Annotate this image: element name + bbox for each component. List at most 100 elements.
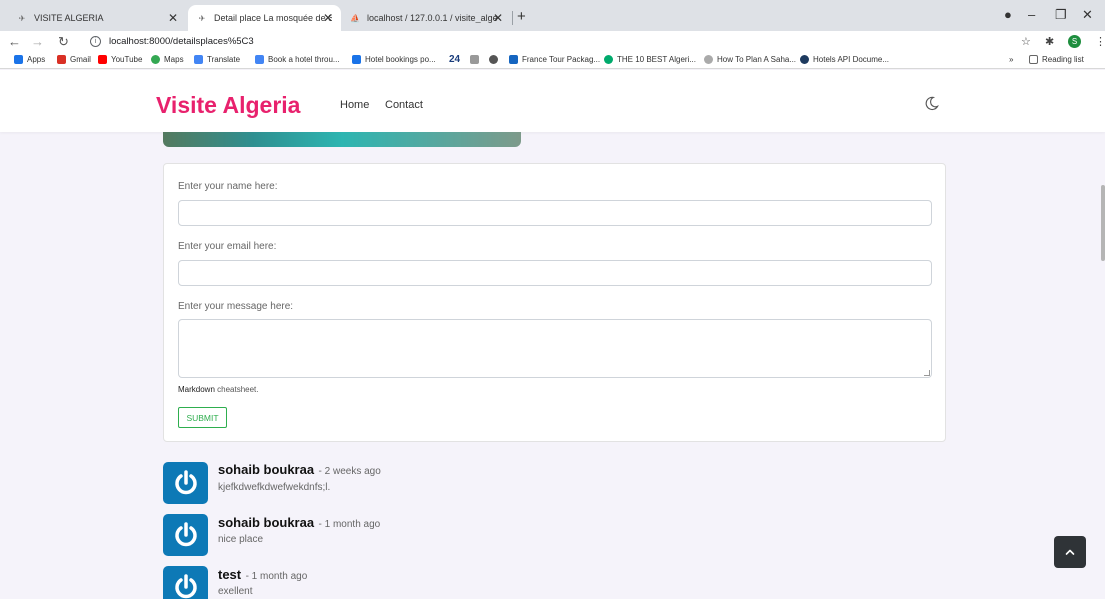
back-to-top-button[interactable] [1054, 536, 1086, 568]
hotel-bookings-icon [352, 55, 361, 64]
bookmark-24[interactable]: 24 [449, 54, 460, 65]
site-brand[interactable]: Visite Algeria [156, 92, 300, 119]
tab-divider [512, 11, 513, 25]
url-text: localhost:8000/detailsplaces%5C3 [109, 36, 254, 47]
resize-handle-icon[interactable] [924, 370, 930, 376]
window-close-icon[interactable]: ✕ [1082, 7, 1093, 23]
submit-button[interactable]: SUBMIT [178, 407, 227, 428]
comment-author: test [218, 567, 242, 582]
message-textarea[interactable] [178, 319, 932, 378]
comment-time: - 1 month ago [245, 571, 308, 582]
reading-list-button[interactable]: Reading list [1029, 55, 1084, 64]
comment-author: sohaib boukraa [218, 462, 315, 477]
new-tab-icon[interactable]: + [517, 8, 526, 25]
restore-icon[interactable]: ❐ [1055, 7, 1067, 23]
reading-list-icon [1029, 55, 1038, 64]
bookmark-globe[interactable] [489, 55, 502, 64]
avatar [163, 514, 208, 556]
profile-menu-icon[interactable]: ● [1004, 7, 1012, 22]
bookmark-tripadvisor[interactable]: THE 10 BEST Algeri... [604, 55, 696, 64]
gmail-icon [57, 55, 66, 64]
markdown-cheatsheet-link[interactable]: cheatsheet. [217, 385, 258, 394]
bookmark-sahara[interactable]: How To Plan A Saha... [704, 55, 796, 64]
bookmark-folder[interactable] [470, 55, 483, 64]
close-icon[interactable]: ✕ [323, 11, 333, 25]
translate-icon [194, 55, 203, 64]
tab-title: Detail place La mosquée de Sidi [214, 13, 332, 23]
bookmark-translate[interactable]: Translate [194, 55, 240, 64]
browser-tab[interactable]: ✈ VISITE ALGERIA ✕ [8, 5, 186, 31]
nav-contact[interactable]: Contact [385, 99, 423, 111]
close-icon[interactable]: ✕ [493, 11, 503, 25]
email-label: Enter your email here: [178, 241, 277, 252]
tab-title: VISITE ALGERIA [34, 13, 104, 23]
place-image [163, 132, 521, 147]
name-input[interactable] [178, 200, 932, 226]
comment-header: sohaib boukraa - 2 weeks ago [218, 461, 381, 479]
extensions-icon[interactable]: ✱ [1045, 35, 1054, 48]
browser-tab-active[interactable]: ✈ Detail place La mosquée de Sidi ✕ [188, 5, 341, 31]
bookmark-gmail[interactable]: Gmail [57, 55, 91, 64]
bookmark-hotel-bookings[interactable]: Hotel bookings po... [352, 55, 436, 64]
avatar [163, 462, 208, 504]
site-info-icon[interactable]: i [90, 36, 101, 47]
bookmark-youtube[interactable]: YouTube [98, 55, 142, 64]
chevron-up-icon [1065, 549, 1075, 555]
comment-text: nice place [218, 534, 264, 545]
nav-home[interactable]: Home [340, 99, 369, 111]
apps-grid-icon [14, 55, 23, 64]
tc-icon [509, 55, 518, 64]
comment-time: - 2 weeks ago [318, 466, 381, 477]
travel-icon [704, 55, 713, 64]
maps-icon [151, 55, 160, 64]
address-bar-row: ← → ↻ i localhost:8000/detailsplaces%5C3… [0, 31, 1105, 52]
comment-author: sohaib boukraa [218, 515, 315, 530]
name-label: Enter your name here: [178, 181, 278, 192]
reload-icon[interactable]: ↻ [58, 34, 69, 50]
bookmarks-bar: Apps Gmail YouTube Maps Translate Book a… [0, 52, 1105, 69]
power-logo-icon [174, 470, 197, 495]
browser-tab[interactable]: ⛵ localhost / 127.0.0.1 / visite_alge ✕ [341, 5, 511, 31]
comment-header: sohaib boukraa - 1 month ago [218, 514, 380, 532]
algeria-logo-icon: ✈ [198, 13, 206, 23]
close-icon[interactable]: ✕ [168, 11, 178, 25]
youtube-icon [98, 55, 107, 64]
page-scrollbar[interactable] [1101, 185, 1105, 261]
phpmyadmin-icon: ⛵ [350, 13, 360, 23]
bookmark-hotels-api[interactable]: Hotels API Docume... [800, 55, 889, 64]
browser-tab-strip: ✈ VISITE ALGERIA ✕ ✈ Detail place La mos… [0, 0, 1105, 31]
markdown-hint: Markdown cheatsheet. [178, 385, 259, 394]
email-input[interactable] [178, 260, 932, 286]
comment-form-card: Enter your name here: Enter your email h… [163, 163, 946, 442]
url-field[interactable]: i localhost:8000/detailsplaces%5C3 [90, 36, 254, 47]
more-menu-icon[interactable]: ⋮ [1095, 35, 1105, 48]
api-doc-icon [800, 55, 809, 64]
forward-arrow-icon[interactable]: → [31, 34, 44, 49]
algeria-logo-icon: ✈ [18, 13, 26, 23]
power-logo-icon [174, 522, 197, 547]
avatar [163, 566, 208, 599]
back-arrow-icon[interactable]: ← [8, 34, 21, 49]
comment-text: exellent [218, 586, 253, 597]
minimize-icon[interactable]: – [1028, 7, 1035, 22]
hotel-icon [255, 55, 264, 64]
bookmark-apps[interactable]: Apps [14, 55, 45, 64]
more-bookmarks-icon[interactable]: » [1009, 55, 1013, 64]
power-logo-icon [174, 574, 197, 599]
globe-icon [489, 55, 498, 64]
bookmark-france-tour[interactable]: France Tour Packag... [509, 55, 600, 64]
bookmark-maps[interactable]: Maps [151, 55, 184, 64]
comment-time: - 1 month ago [318, 519, 381, 530]
markdown-label: Markdown [178, 385, 215, 394]
bookmark-icon [470, 55, 479, 64]
message-label: Enter your message here: [178, 301, 294, 312]
tripadvisor-icon [604, 55, 613, 64]
dark-mode-toggle-icon[interactable] [924, 96, 939, 111]
comment-text: kjefkdwefkdwefwekdnfs;l. [218, 482, 331, 493]
avatar[interactable]: S [1068, 35, 1081, 48]
site-navbar: Visite Algeria Home Contact [0, 70, 1105, 132]
bookmark-hotel[interactable]: Book a hotel throu... [255, 55, 340, 64]
comment-header: test - 1 month ago [218, 566, 307, 584]
message-wrapper [178, 319, 932, 378]
bookmark-star-icon[interactable]: ☆ [1021, 35, 1031, 48]
